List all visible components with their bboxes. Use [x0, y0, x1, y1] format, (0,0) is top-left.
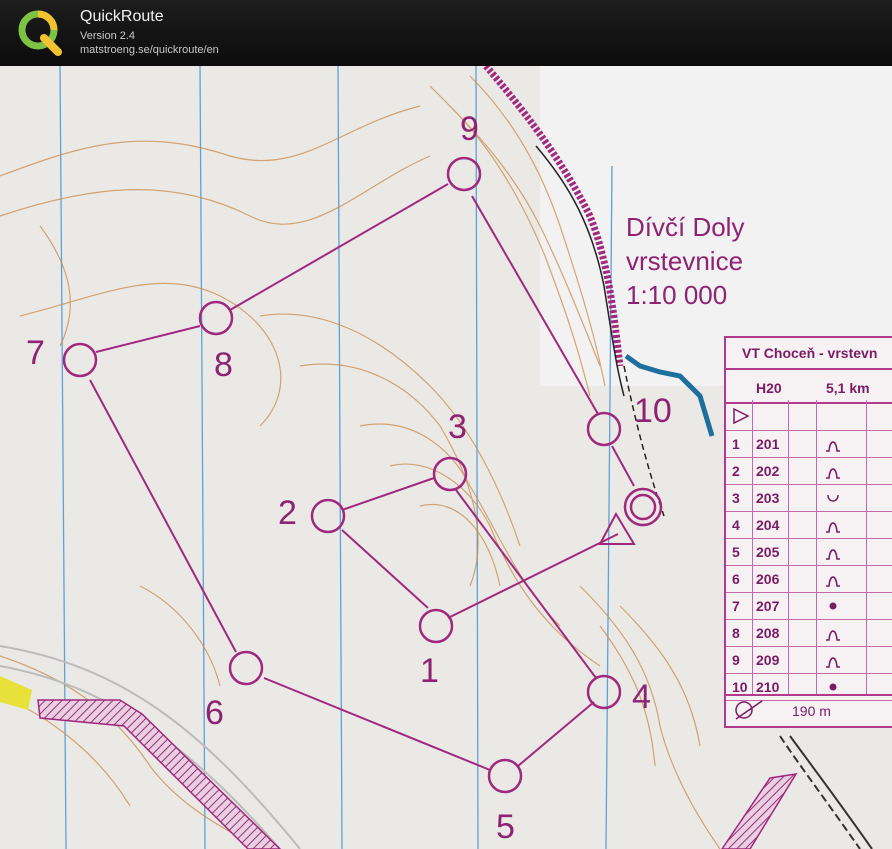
control-descriptions: VT Choceň - vrstevn H20 5,1 km 1 201 2 202 3…: [724, 336, 892, 728]
control-code: 206: [756, 571, 780, 587]
control-description-row: 8 208: [726, 620, 892, 647]
control-number-9: 9: [460, 110, 479, 148]
control-order: 10: [732, 679, 748, 695]
control-order: 5: [732, 544, 740, 560]
control-number-8: 8: [214, 346, 233, 384]
control-number-5: 5: [496, 808, 515, 846]
control-code: 207: [756, 598, 780, 614]
map-scale: 1:10 000: [626, 280, 728, 310]
control-number-2: 2: [278, 494, 297, 532]
control-code: 203: [756, 490, 780, 506]
control-description-row: 4 204: [726, 512, 892, 539]
control-number-6: 6: [205, 694, 224, 732]
control-description-row: 3 203: [726, 485, 892, 512]
control-code: 205: [756, 544, 780, 560]
control-order: 2: [732, 463, 740, 479]
control-code: 209: [756, 652, 780, 668]
control-code: 210: [756, 679, 780, 695]
finish-row: 190 m: [726, 694, 892, 726]
map-name-line-1: Dívčí Doly: [626, 212, 745, 242]
control-description-row: 5 205: [726, 539, 892, 566]
control-code: 202: [756, 463, 780, 479]
control-code: 201: [756, 436, 780, 452]
control-order: 1: [732, 436, 740, 452]
control-number-7: 7: [26, 334, 45, 372]
class-header: H20 5,1 km: [726, 370, 892, 404]
control-code: 204: [756, 517, 780, 533]
control-description-row: 9 209: [726, 647, 892, 674]
map-name-line-2: vrstevnice: [626, 246, 744, 276]
course-length: 5,1 km: [826, 380, 870, 396]
control-description-row: 1 201: [726, 431, 892, 458]
control-number-4: 4: [632, 678, 651, 716]
title-bar: QuickRoute Version 2.4 matstroeng.se/qui…: [0, 0, 892, 66]
class-name: H20: [756, 380, 782, 396]
control-order: 9: [732, 652, 740, 668]
start-row: [726, 404, 892, 431]
event-title: VT Choceň - vrstevn: [726, 338, 892, 370]
app-title: QuickRoute: [80, 8, 164, 25]
control-order: 4: [732, 517, 740, 533]
control-order: 7: [732, 598, 740, 614]
control-code: 208: [756, 625, 780, 641]
control-order: 6: [732, 571, 740, 587]
control-description-row: 2 202: [726, 458, 892, 485]
finish-distance: 190 m: [792, 703, 831, 719]
app-url[interactable]: matstroeng.se/quickroute/en: [80, 44, 219, 56]
control-description-row: 7 207: [726, 593, 892, 620]
orienteering-map[interactable]: Dívčí Doly vrstevnice 1:10 000 1 2 3 4 5…: [0, 66, 892, 849]
control-number-10: 10: [634, 392, 672, 430]
control-order: 8: [732, 625, 740, 641]
quickroute-logo-icon: [18, 10, 62, 56]
control-order: 3: [732, 490, 740, 506]
control-description-row: 6 206: [726, 566, 892, 593]
app-version: Version 2.4: [80, 30, 136, 42]
control-number-1: 1: [420, 652, 439, 690]
control-number-3: 3: [448, 408, 467, 446]
